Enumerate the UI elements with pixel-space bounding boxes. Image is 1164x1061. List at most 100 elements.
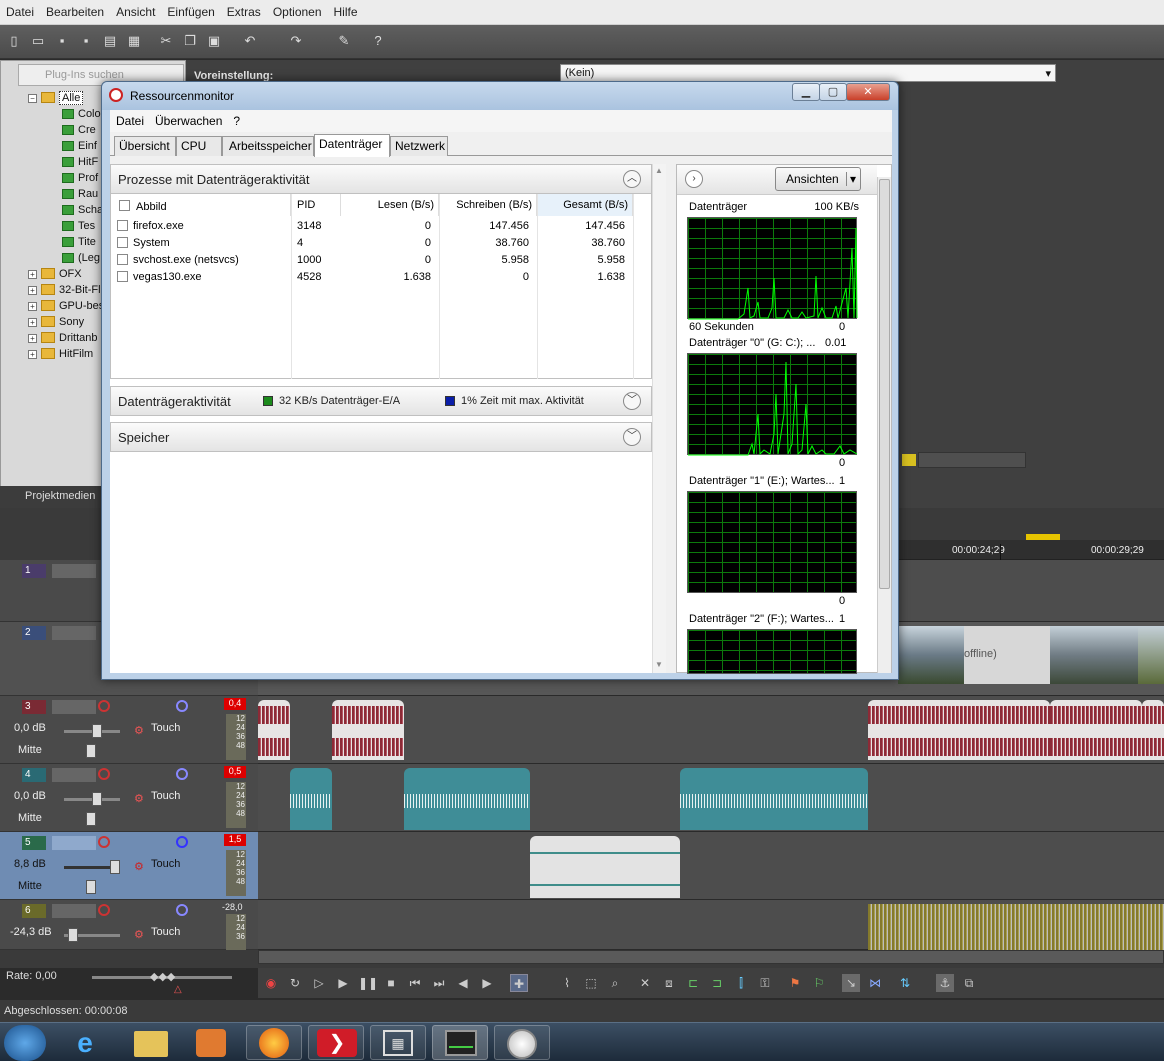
tab-datentraeger[interactable]: Datenträger	[314, 134, 390, 157]
trim-start-icon[interactable]: ⊏	[684, 974, 702, 992]
tab-netzwerk[interactable]: Netzwerk	[390, 136, 448, 156]
tree-item[interactable]: + Drittanb	[28, 332, 98, 347]
taskbar-vegas-video[interactable]: ▦	[370, 1025, 426, 1060]
taskbar-vegas[interactable]: ❯	[308, 1025, 364, 1060]
table-row[interactable]: System 4 0 38.760 38.760	[111, 235, 651, 252]
menu-optionen[interactable]: Optionen	[267, 0, 328, 19]
tree-item[interactable]: Colo	[62, 108, 101, 123]
tree-item[interactable]: Scha	[62, 204, 103, 219]
audio-clip[interactable]	[868, 904, 1164, 950]
save-icon[interactable]: ▪	[52, 31, 72, 51]
go-end-icon[interactable]: ⏭	[430, 974, 448, 992]
automation-gear-icon[interactable]: ⚙	[134, 860, 144, 873]
internet-explorer-icon[interactable]: e	[66, 1029, 104, 1057]
col-abbild[interactable]: Abbild	[111, 194, 291, 216]
expand-icon[interactable]: +	[28, 318, 37, 327]
menu-extras[interactable]: Extras	[221, 0, 267, 19]
loop-region[interactable]	[1026, 534, 1060, 540]
cut-icon[interactable]: ✂	[156, 31, 176, 51]
track-lane-6[interactable]	[258, 900, 1164, 950]
tree-item[interactable]: Tite	[62, 236, 96, 251]
trim-end-icon[interactable]: ⊐	[708, 974, 726, 992]
selection-tool-icon[interactable]: ⬚	[582, 974, 600, 992]
open-folder-icon[interactable]: ▭	[28, 31, 48, 51]
render-icon[interactable]: ▤	[100, 31, 120, 51]
media-player-icon[interactable]	[196, 1029, 226, 1057]
tree-item[interactable]: Tes	[62, 220, 95, 235]
select-all-checkbox[interactable]	[119, 200, 130, 211]
audio-clip[interactable]	[290, 768, 332, 830]
window-titlebar[interactable]: Ressourcenmonitor ▁ ▢ ✕	[102, 82, 898, 110]
menu-bearbeiten[interactable]: Bearbeiten	[40, 0, 110, 19]
zoom-tool-icon[interactable]: ⌕	[606, 974, 624, 992]
section-activity-header[interactable]: Datenträgeraktivität 32 KB/s Datenträger…	[110, 386, 652, 416]
expand-icon[interactable]: +	[28, 286, 37, 295]
tree-item[interactable]: + HitFilm	[28, 348, 93, 363]
row-checkbox[interactable]	[117, 271, 128, 282]
record-arm-icon[interactable]	[98, 904, 110, 916]
tree-item[interactable]: Rau	[62, 188, 98, 203]
menu-einfuegen[interactable]: Einfügen	[161, 0, 220, 19]
track-header-4[interactable]: 4 0,5 12 24 36 48 0,0 dB ⚙ Touch Mitte	[0, 764, 258, 832]
taskbar-firefox[interactable]	[246, 1025, 302, 1060]
track-lane-4[interactable]	[258, 764, 1164, 832]
tab-cpu[interactable]: CPU	[176, 136, 222, 156]
rm-menu-datei[interactable]: Datei	[110, 110, 149, 128]
redo-icon[interactable]: ↷	[286, 31, 306, 51]
mute-icon[interactable]	[176, 700, 188, 712]
region-icon[interactable]: ⚐	[810, 974, 828, 992]
lock-envelopes-icon[interactable]: ⚓	[936, 974, 954, 992]
horizontal-scrollbar[interactable]	[258, 950, 1164, 964]
delete-icon[interactable]: ✕	[636, 974, 654, 992]
track-header-3[interactable]: 3 0,4 12 24 36 48 0,0 dB ⚙ Touch Mitte	[0, 696, 258, 764]
stop-icon[interactable]: ■	[382, 974, 400, 992]
menu-hilfe[interactable]: Hilfe	[328, 0, 364, 19]
collapse-icon[interactable]: −	[28, 94, 37, 103]
volume-knob[interactable]	[92, 724, 102, 738]
record-arm-icon[interactable]	[98, 700, 110, 712]
play-icon[interactable]: ▶	[334, 974, 352, 992]
tab-uebersicht[interactable]: Übersicht	[114, 136, 176, 156]
undo-icon[interactable]: ↶	[240, 31, 260, 51]
trim-icon[interactable]: ⧈	[660, 974, 678, 992]
tree-item[interactable]: +32-Bit-Fl	[28, 284, 101, 299]
volume-knob[interactable]	[68, 928, 78, 942]
track-lane-3[interactable]	[258, 696, 1164, 764]
tree-item[interactable]: Einf	[62, 140, 97, 155]
track-name-field[interactable]	[52, 904, 96, 918]
expand-icon[interactable]: +	[28, 350, 37, 359]
expand-chevron-icon[interactable]: ﹀	[623, 428, 641, 446]
next-frame-icon[interactable]: ▶	[478, 974, 496, 992]
pause-icon[interactable]: ❚❚	[358, 974, 378, 992]
track-name-field[interactable]	[52, 836, 96, 850]
row-checkbox[interactable]	[117, 254, 128, 265]
collapse-chevron-icon[interactable]: ︿	[623, 170, 641, 188]
section-memory-header[interactable]: Speicher ﹀	[110, 422, 652, 452]
tree-item[interactable]: + Sony	[28, 316, 84, 331]
mute-icon[interactable]	[176, 836, 188, 848]
snap-icon[interactable]: ↘	[842, 974, 860, 992]
tree-item[interactable]: HitF	[62, 156, 98, 171]
record-arm-icon[interactable]	[98, 836, 110, 848]
properties-icon[interactable]: ▦	[124, 31, 144, 51]
rate-handle-icon[interactable]: ◆◆◆	[150, 970, 175, 983]
go-start-icon[interactable]: ⏮	[406, 974, 424, 992]
record-icon[interactable]: ◉	[262, 974, 280, 992]
audio-clip[interactable]	[258, 700, 290, 760]
video-thumbnail[interactable]	[898, 626, 964, 684]
new-file-icon[interactable]: ▯	[4, 31, 24, 51]
table-row[interactable]: svchost.exe (netsvcs) 1000 0 5.958 5.958	[111, 252, 651, 269]
automation-gear-icon[interactable]: ⚙	[134, 792, 144, 805]
audio-clip[interactable]	[404, 768, 530, 830]
offline-clip[interactable]: offline)	[964, 626, 1050, 684]
edit-tool-icon[interactable]: ✚	[510, 974, 528, 992]
details-scrollbar[interactable]: ▲ ▼	[652, 164, 666, 673]
audio-clip[interactable]	[680, 768, 868, 830]
expand-icon[interactable]: +	[28, 270, 37, 279]
video-thumbnail[interactable]	[1138, 626, 1164, 684]
video-thumbnail[interactable]	[1050, 626, 1138, 684]
help-pointer-icon[interactable]: ?	[368, 31, 388, 51]
col-lesen[interactable]: Lesen (B/s)	[341, 194, 439, 216]
row-checkbox[interactable]	[117, 237, 128, 248]
play-from-start-icon[interactable]: ▷	[310, 974, 328, 992]
